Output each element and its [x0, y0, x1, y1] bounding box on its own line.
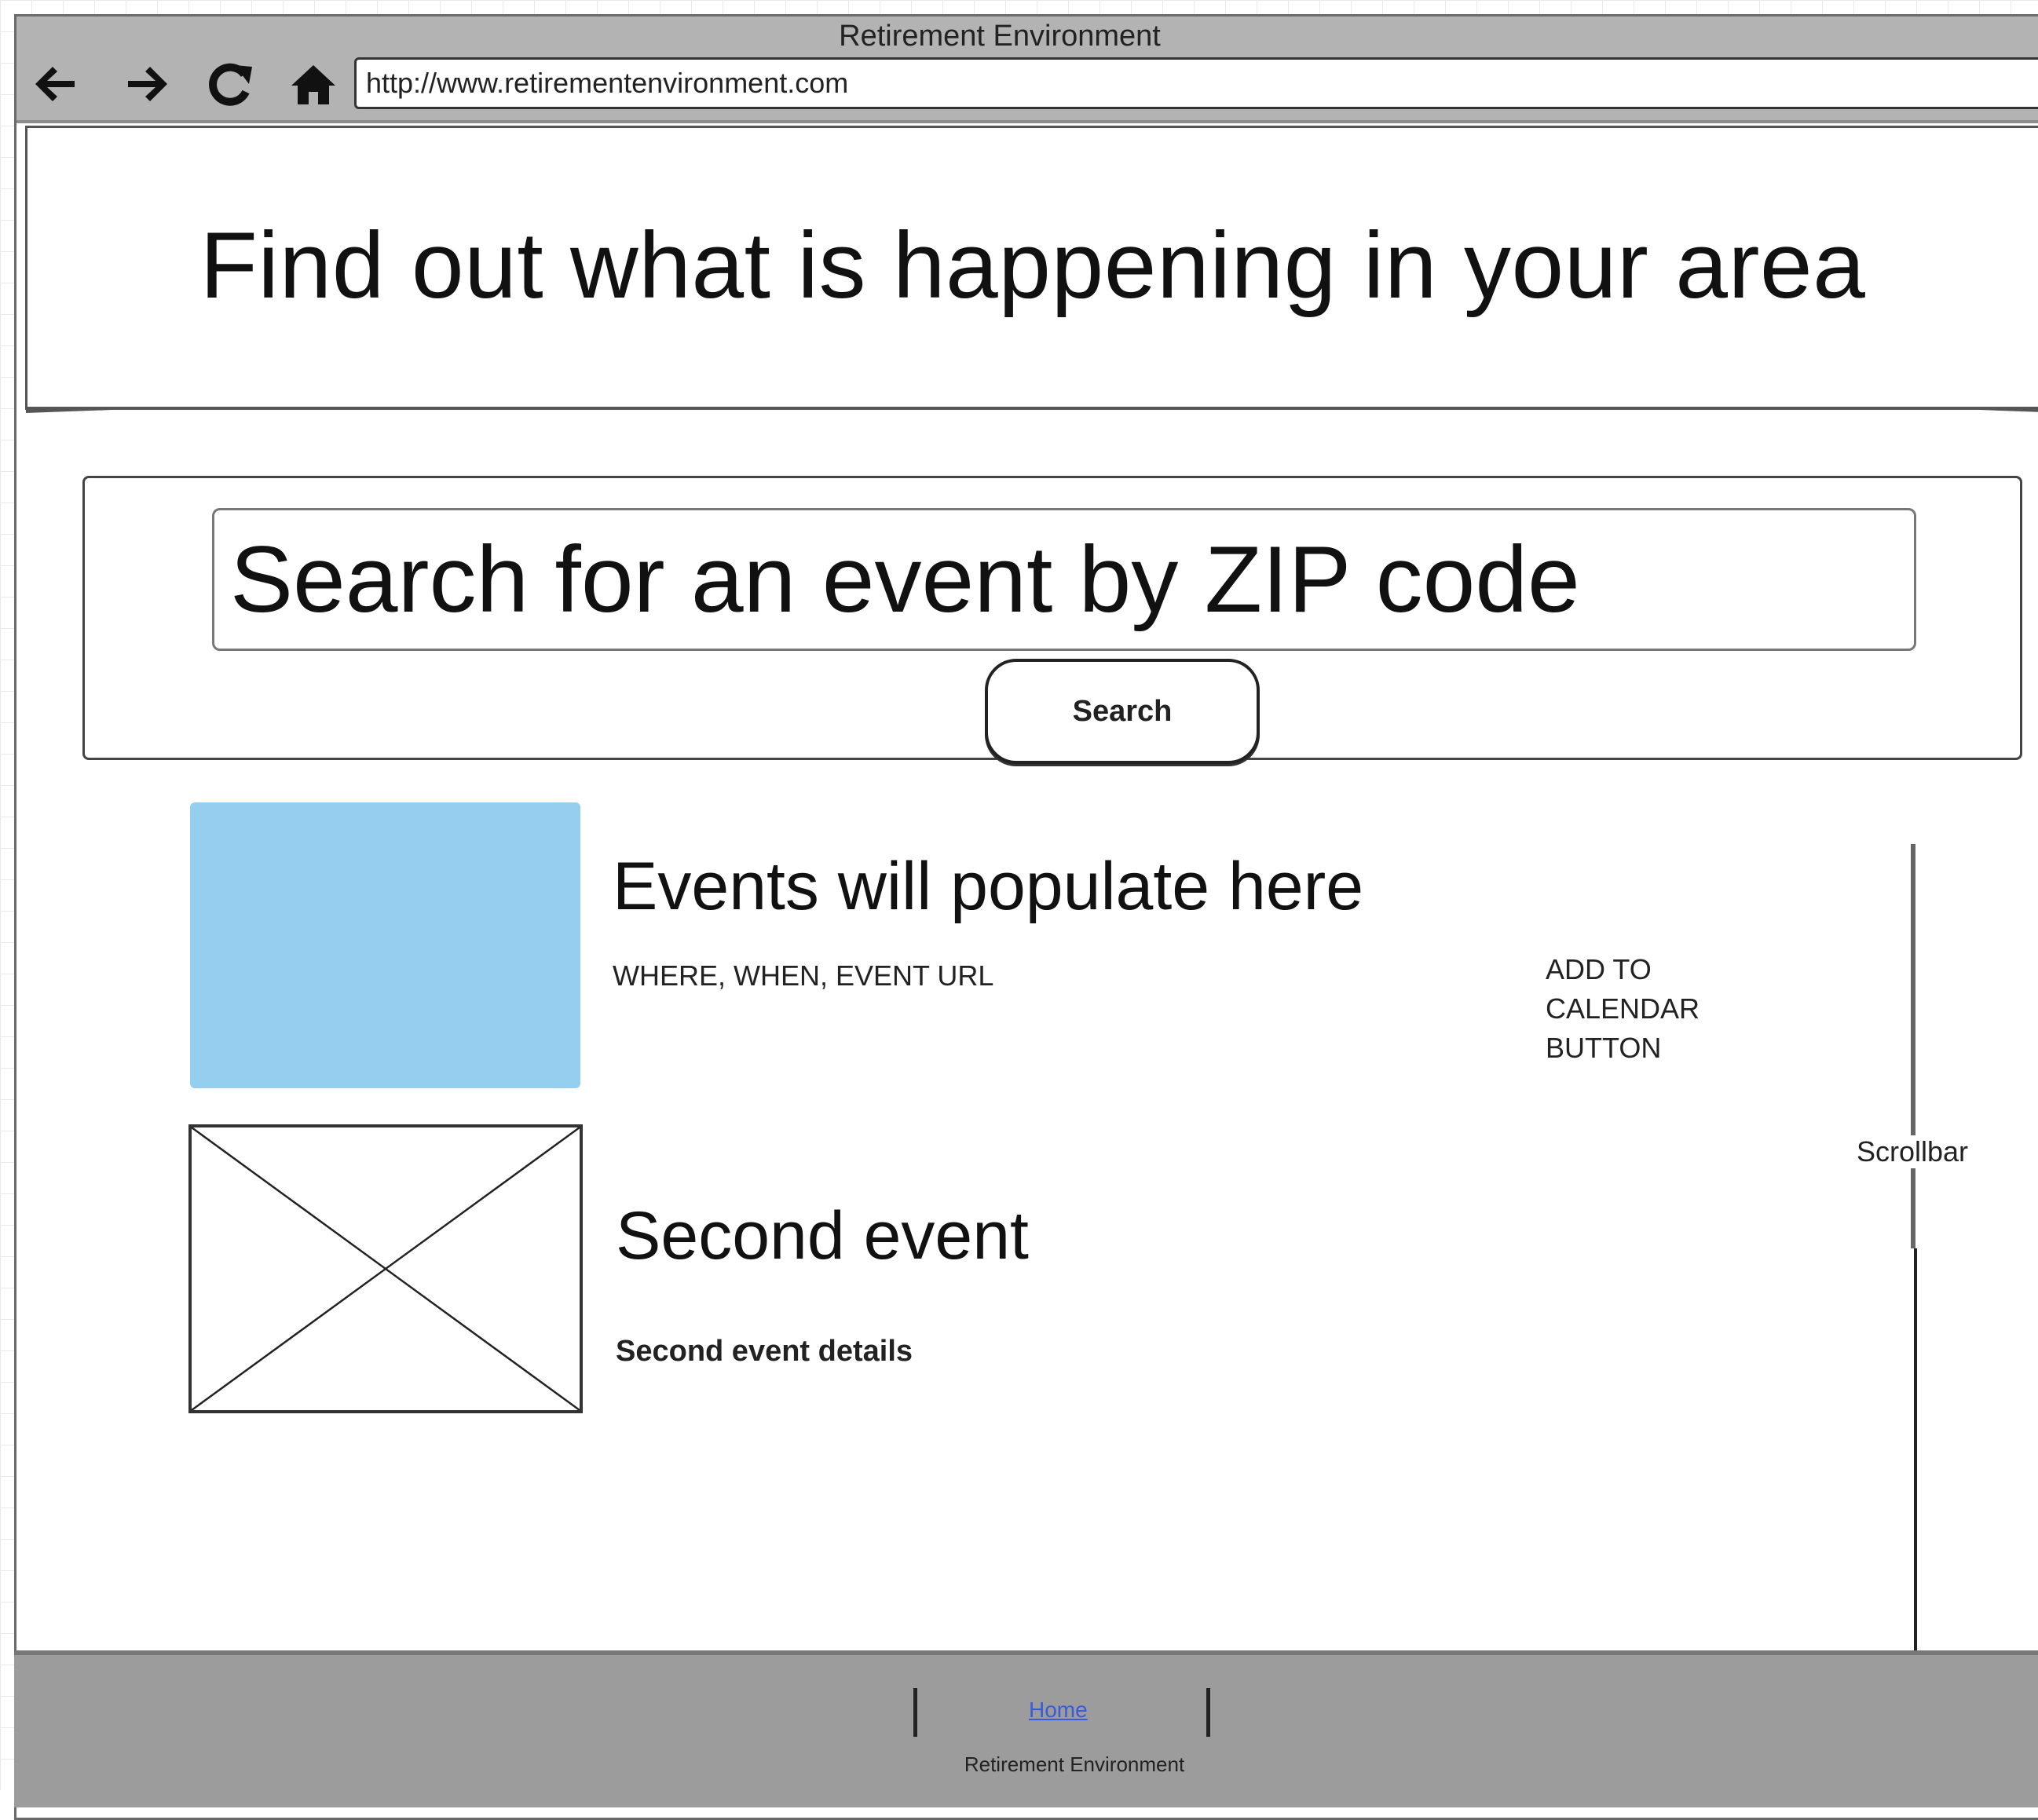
event-details: WHERE, WHEN, EVENT URL — [613, 959, 994, 992]
page-footer: Home Retirement Environment — [14, 1650, 2038, 1807]
back-button[interactable] — [23, 53, 86, 115]
footer-divider — [1206, 1688, 1210, 1737]
event-image — [190, 802, 580, 1088]
image-placeholder — [188, 1124, 583, 1413]
zip-search-input[interactable] — [212, 508, 1916, 651]
add-to-calendar-button[interactable]: ADD TO CALENDAR BUTTON — [1546, 950, 1781, 1068]
event-details: Second event details — [616, 1335, 913, 1368]
footer-brand: Retirement Environment — [964, 1752, 1185, 1776]
search-panel: Search — [82, 476, 2022, 764]
scrollbar-label: Scrollbar — [1853, 1135, 1972, 1168]
add-to-calendar-line: ADD TO — [1546, 953, 1652, 985]
refresh-icon — [209, 63, 252, 106]
forward-button[interactable] — [117, 53, 180, 115]
placeholder-cross-icon — [192, 1127, 580, 1410]
refresh-button[interactable] — [199, 53, 262, 115]
scrollbar-track-lower[interactable] — [1914, 1248, 1917, 1654]
add-to-calendar-line: CALENDAR — [1546, 992, 1700, 1025]
search-button[interactable]: Search — [985, 659, 1260, 764]
window-title: Retirement Environment — [839, 20, 1161, 53]
hero-title: Find out what is happening in your area — [199, 213, 1866, 318]
hero-banner: Find out what is happening in your area — [25, 126, 2038, 413]
arrow-right-icon — [128, 67, 167, 101]
home-icon — [291, 65, 335, 104]
footer-divider — [913, 1688, 917, 1737]
event-title[interactable]: Second event — [616, 1197, 1029, 1275]
add-to-calendar-line: BUTTON — [1546, 1032, 1662, 1064]
footer-home-link[interactable]: Home — [1029, 1698, 1088, 1723]
event-title[interactable]: Events will populate here — [613, 848, 1363, 926]
arrow-left-icon — [35, 67, 75, 101]
home-button[interactable] — [282, 53, 345, 115]
address-bar[interactable]: http://www.retirementenvironment.com — [354, 57, 2038, 109]
scrollbar-track[interactable] — [1911, 844, 1915, 1248]
browser-toolbar: Retirement Environment http://www.retire… — [16, 16, 2038, 123]
